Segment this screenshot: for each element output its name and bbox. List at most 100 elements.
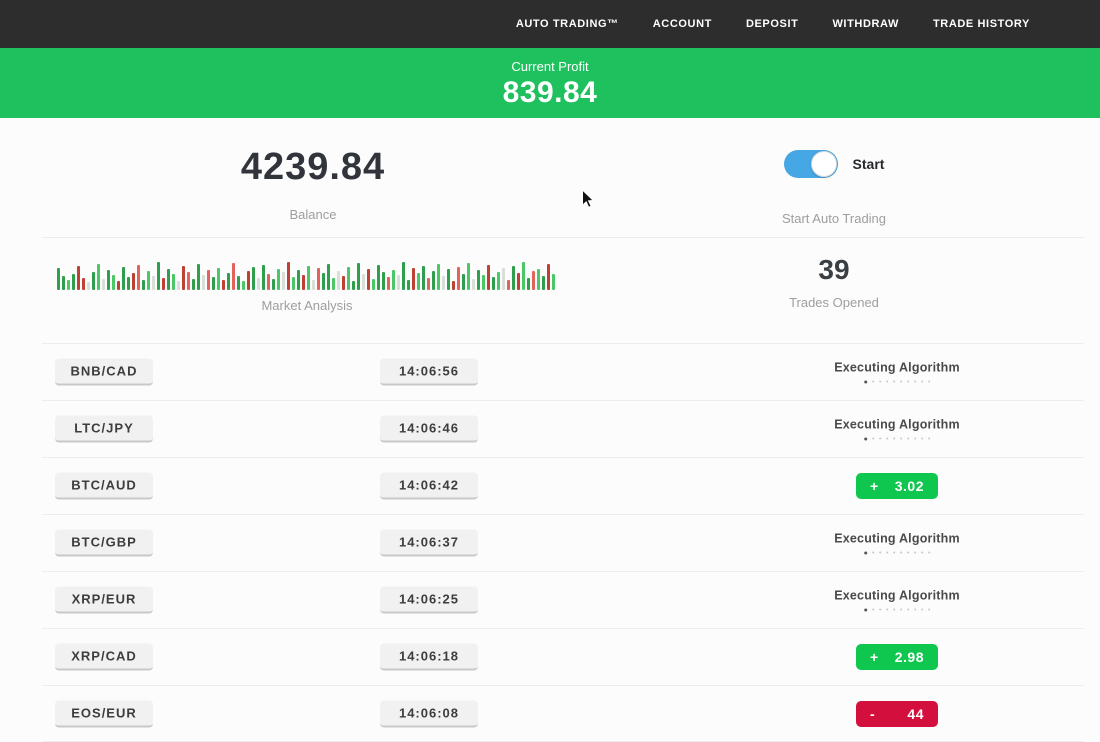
trade-status: -44 [856,701,938,727]
loading-dot [886,438,888,440]
trades-table: BNB/CAD 14:06:56 Executing Algorithm LTC… [0,343,1100,742]
market-bar [447,269,450,290]
loading-dot [886,609,888,611]
loading-dot [907,381,909,383]
market-analysis-label: Market Analysis [57,298,557,313]
toggle-knob [811,151,837,177]
trade-status: Executing Algorithm [834,588,960,611]
market-bar [442,276,445,290]
loading-dot [900,381,902,383]
market-bar [112,275,115,290]
auto-trading-toggle[interactable] [784,150,838,178]
auto-trading-block: Start Start Auto Trading [684,150,984,226]
market-bar [257,278,260,290]
loading-dot [928,552,930,554]
market-bar [357,263,360,290]
profit-label: Current Profit [0,48,1100,74]
top-nav: AUTO TRADING™ ACCOUNT DEPOSIT WITHDRAW TRADE… [0,0,1100,48]
loading-dot [914,552,916,554]
nav-item-deposit[interactable]: DEPOSIT [746,18,799,30]
time-badge: 14:06:18 [380,643,478,670]
market-bar [452,281,455,290]
badge-value: 2.98 [895,649,924,665]
executing-algorithm-label: Executing Algorithm [834,360,960,374]
loading-dot [893,609,895,611]
market-bar [197,264,200,290]
loading-dot [928,609,930,611]
market-bar [317,268,320,290]
market-bar [392,270,395,290]
market-bar [537,269,540,290]
nav-item-withdraw[interactable]: WITHDRAW [832,18,899,30]
market-bar [302,275,305,290]
loading-dot [921,609,923,611]
loading-dot [886,381,888,383]
nav-item-account[interactable]: ACCOUNT [653,18,712,30]
market-bar [377,265,380,290]
market-bar [337,271,340,290]
market-bar [77,266,80,290]
market-bar [222,280,225,290]
market-bar [242,281,245,290]
market-bar [182,266,185,290]
market-bar [417,273,420,290]
market-bar [367,269,370,290]
table-row: LTC/JPY 14:06:46 Executing Algorithm [0,400,1100,457]
toggle-start-label: Start [853,156,885,172]
market-bar [107,270,110,290]
loading-dot [921,552,923,554]
loading-dot [900,438,902,440]
loading-dot [879,552,881,554]
loading-dot [900,552,902,554]
market-bar [167,269,170,290]
market-bar [122,267,125,290]
balance-label: Balance [63,207,563,222]
balance-value: 4239.84 [63,146,563,189]
badge-sign: - [870,706,875,722]
app-window: AUTO TRADING™ ACCOUNT DEPOSIT WITHDRAW TRADE… [0,0,1100,742]
pair-badge: XRP/EUR [55,586,153,613]
loading-dot [907,609,909,611]
market-bar [292,277,295,290]
profit-badge: +2.98 [856,644,938,670]
market-bar [347,267,350,290]
market-bar [482,275,485,290]
pair-badge: EOS/EUR [55,700,153,727]
market-bar [547,264,550,290]
market-analysis-chart [57,256,555,290]
market-bar [422,266,425,290]
market-bar [92,272,95,290]
loading-dot [864,380,867,383]
table-row: XRP/CAD 14:06:18 +2.98 [0,628,1100,685]
trade-status: +3.02 [856,473,938,499]
badge-sign: + [870,649,879,665]
nav-item-auto-trading[interactable]: AUTO TRADING™ [516,18,619,30]
market-bar [462,274,465,290]
loading-dots [834,380,960,383]
market-bar [62,276,65,290]
market-bar [332,278,335,290]
nav-item-trade-history[interactable]: TRADE HISTORY [933,18,1030,30]
market-bar [267,274,270,290]
table-row: BTC/GBP 14:06:37 Executing Algorithm [0,514,1100,571]
pair-badge: BTC/AUD [55,472,153,499]
badge-sign: + [870,478,879,494]
loading-dot [928,381,930,383]
market-bar [192,279,195,290]
loading-dots [834,608,960,611]
loading-dot [893,552,895,554]
market-bar [152,276,155,290]
loading-dot [893,438,895,440]
market-bar [157,262,160,290]
auto-trading-label: Start Auto Trading [684,211,984,226]
market-bar [277,269,280,290]
time-badge: 14:06:25 [380,586,478,613]
loss-badge: -44 [856,701,938,727]
profit-badge: +3.02 [856,473,938,499]
market-bar [132,273,135,290]
section-divider [42,237,1084,238]
market-bar [117,281,120,290]
executing-algorithm-label: Executing Algorithm [834,531,960,545]
pair-badge: BTC/GBP [55,529,153,556]
market-bar [72,274,75,290]
